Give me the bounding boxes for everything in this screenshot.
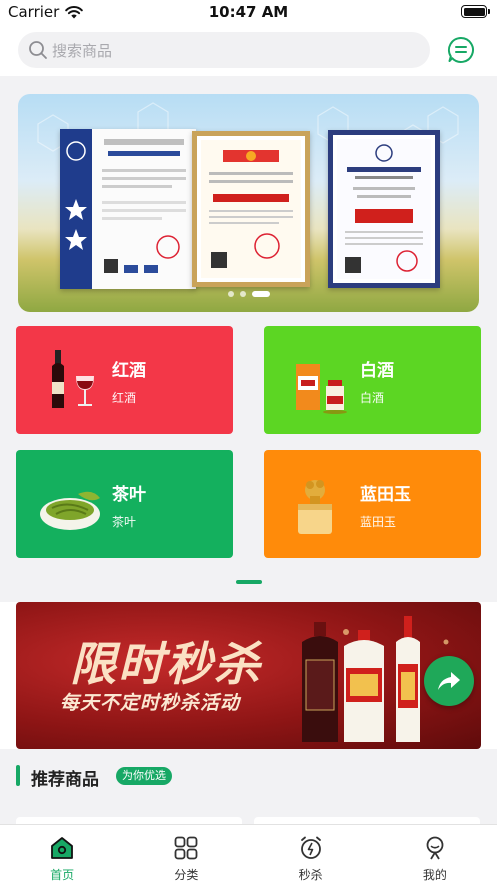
jade-seal-icon (298, 480, 332, 534)
category-subtitle: 白酒 (360, 391, 385, 405)
recommend-section: 推荐商品 为你优选 (0, 749, 497, 827)
tab-home[interactable]: 首页 (0, 825, 124, 883)
category-grid-icon (174, 836, 198, 860)
search-placeholder: 搜索商品 (52, 41, 113, 60)
alarm-clock-icon (300, 836, 321, 859)
category-name: 蓝田玉 (360, 485, 411, 505)
tab-label: 秒杀 (298, 868, 323, 882)
category-page-indicator (236, 580, 262, 584)
flash-sale-banner[interactable]: 限时秒杀 每天不定时秒杀活动 (16, 602, 481, 749)
certificate-credit-rating (328, 130, 440, 288)
flash-sale-title: 限时秒杀 (70, 637, 262, 691)
status-bar: Carrier 10:47 AM (0, 0, 497, 26)
status-time: 10:47 AM (208, 3, 289, 21)
carousel-indicator (18, 291, 479, 297)
flash-sale-section: 限时秒杀 每天不定时秒杀活动 (0, 602, 497, 749)
category-grid: 红酒 红酒 白酒 白酒 茶叶 茶叶 蓝田玉 蓝田玉 (0, 312, 497, 602)
category-subtitle: 茶叶 (112, 515, 137, 529)
banner-carousel[interactable] (18, 94, 479, 312)
share-button[interactable] (424, 656, 474, 706)
category-subtitle: 蓝田玉 (360, 515, 397, 529)
baijiu-box-icon (296, 364, 347, 414)
category-tea[interactable]: 茶叶 茶叶 (16, 450, 233, 558)
carousel-dot[interactable] (227, 291, 234, 297)
recommend-title: 推荐商品 (31, 770, 99, 790)
tab-flash-sale[interactable]: 秒杀 (249, 825, 373, 883)
share-arrow-icon (438, 672, 460, 690)
tea-leaves-icon (40, 491, 100, 530)
red-wine-bottle-icon (52, 350, 94, 408)
tab-profile[interactable]: 我的 (373, 825, 497, 883)
home-icon (51, 837, 74, 859)
tab-label: 首页 (50, 868, 75, 882)
section-accent-bar (16, 765, 20, 786)
category-subtitle: 红酒 (112, 391, 137, 405)
certificate-quality-system (60, 129, 196, 289)
search-icon (29, 41, 47, 59)
certificate-rural-revitalization (192, 131, 310, 287)
category-baijiu[interactable]: 白酒 白酒 (264, 326, 481, 434)
flash-sale-subtitle: 每天不定时秒杀活动 (60, 692, 241, 714)
tab-label: 我的 (422, 868, 447, 882)
category-name: 白酒 (360, 361, 394, 381)
tab-category[interactable]: 分类 (124, 825, 248, 883)
recommend-tag: 为你优选 (116, 767, 172, 785)
bottom-tab-bar: 首页 分类 秒杀 我的 (0, 824, 497, 883)
header: 搜索商品 (0, 26, 497, 76)
message-icon[interactable] (447, 36, 475, 64)
tab-label: 分类 (174, 868, 199, 882)
carousel-dot-active[interactable] (251, 291, 270, 297)
search-input[interactable]: 搜索商品 (18, 32, 430, 68)
carousel-dot[interactable] (239, 291, 246, 297)
user-icon (426, 836, 444, 860)
category-name: 茶叶 (112, 485, 146, 505)
category-red-wine[interactable]: 红酒 红酒 (16, 326, 233, 434)
category-lantian-jade[interactable]: 蓝田玉 蓝田玉 (264, 450, 481, 558)
battery-icon (461, 5, 490, 18)
category-name: 红酒 (112, 361, 146, 381)
